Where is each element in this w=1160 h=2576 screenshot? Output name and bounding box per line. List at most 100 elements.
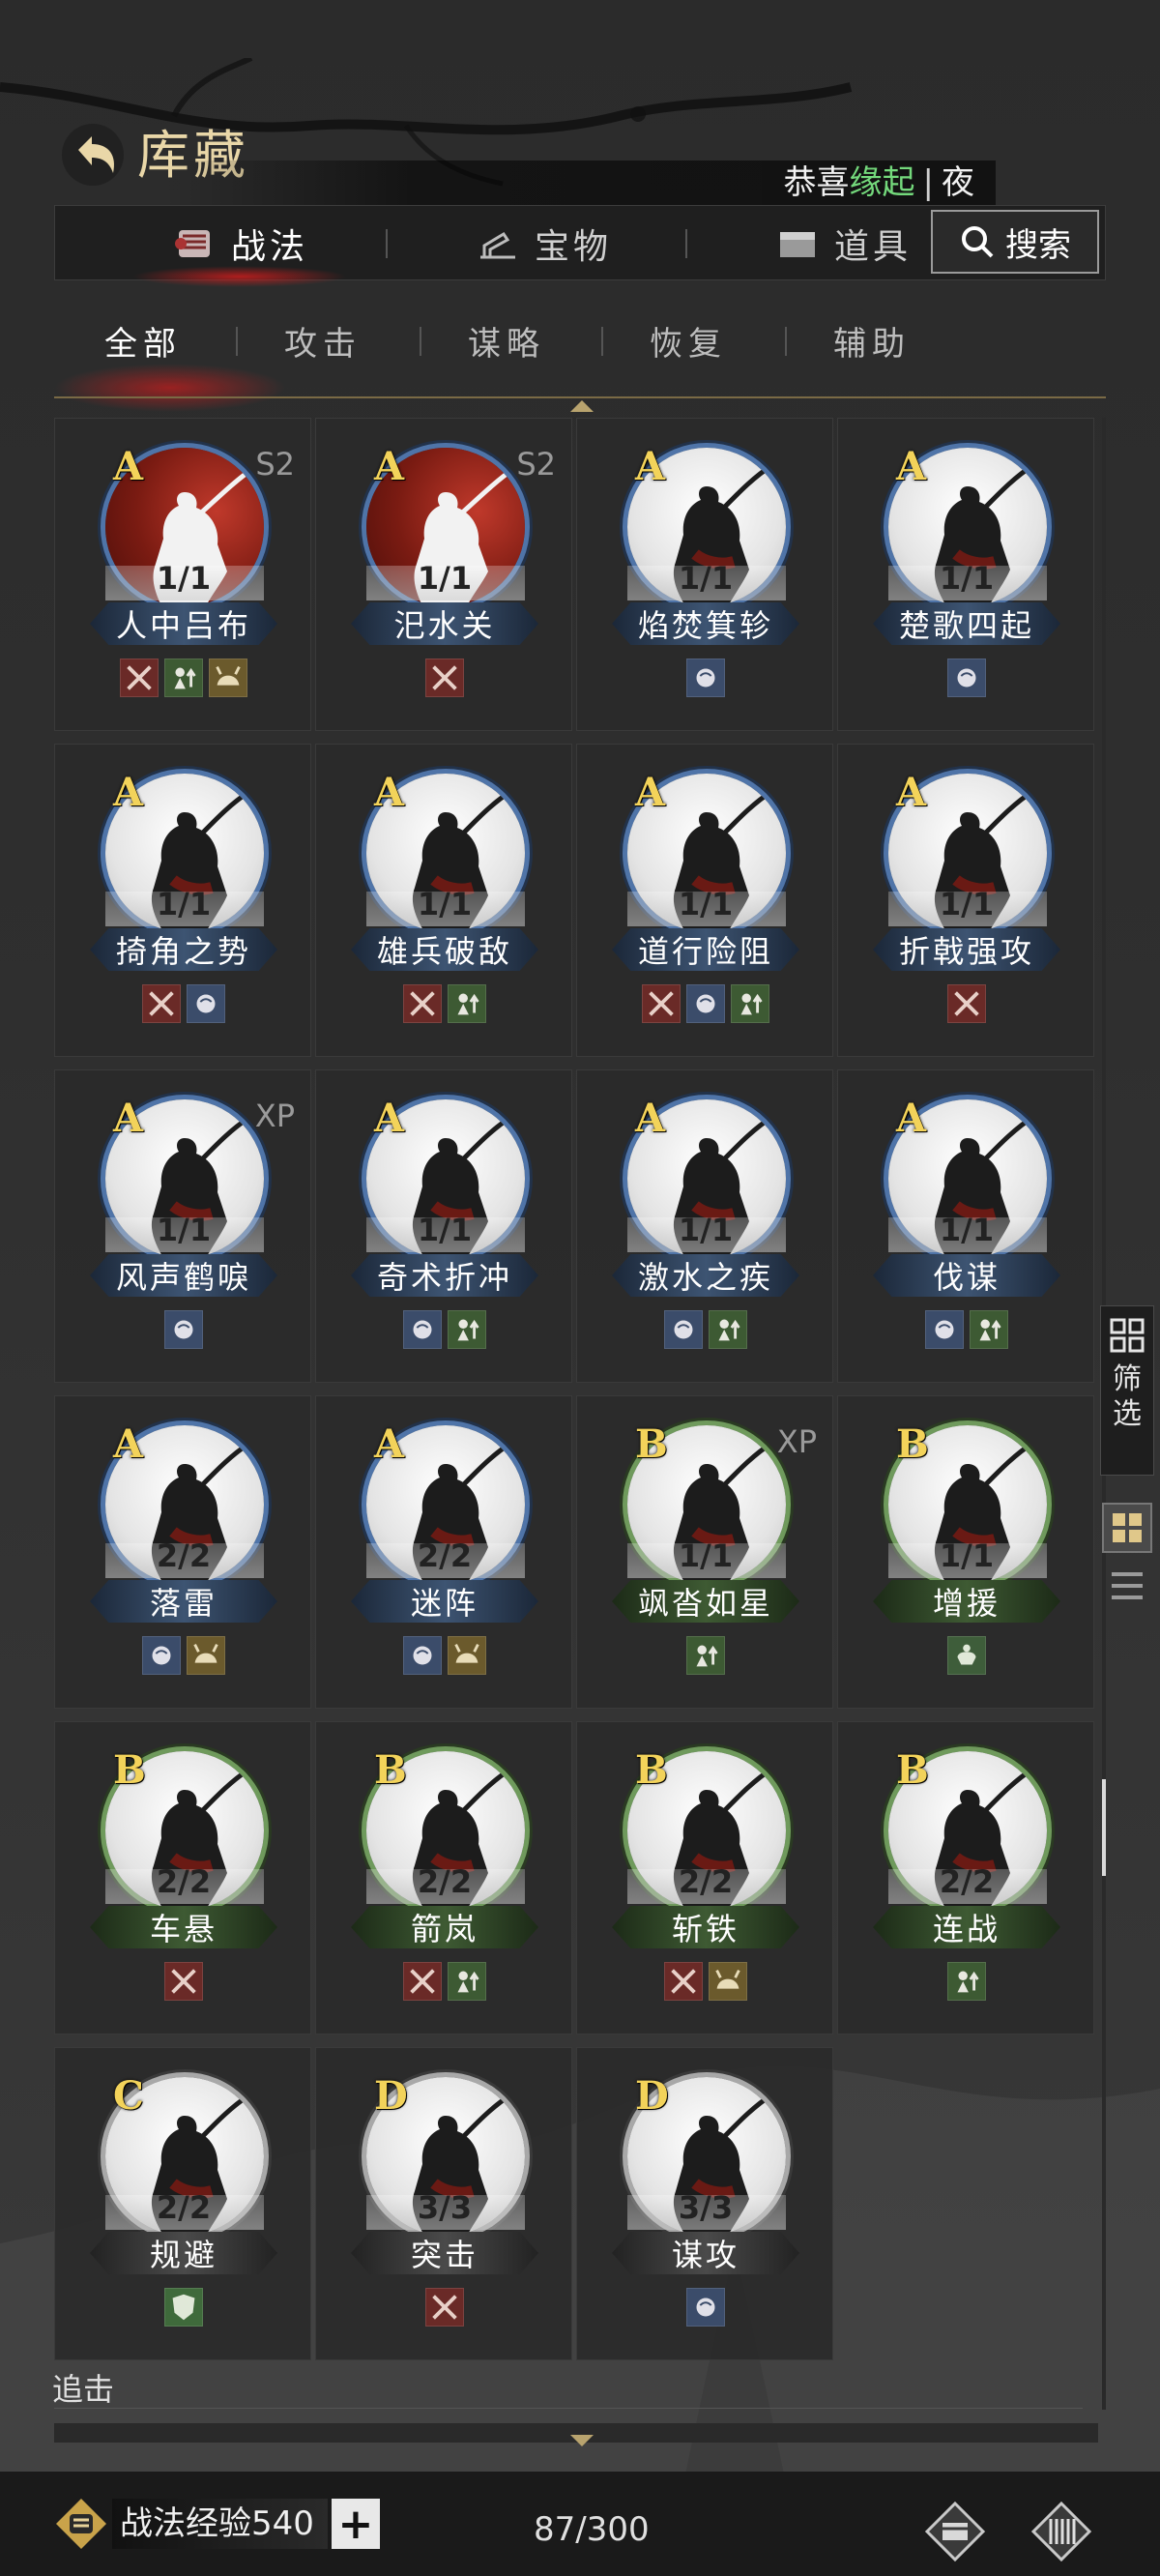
tactic-card[interactable]: 1/1 A 雄兵破敌 [315, 744, 572, 1057]
strategy-icon [696, 668, 715, 688]
tactic-count: 1/1 [156, 1212, 212, 1248]
tactic-card[interactable]: 1/1 A 掎角之势 [54, 744, 311, 1057]
season-tag: XP [776, 1423, 817, 1460]
section-label: 追击 [52, 2371, 115, 2408]
tactic-count: 2/2 [678, 1863, 734, 1900]
add-exp-button[interactable]: + [331, 2499, 380, 2549]
tactic-name: 奇术折冲 [351, 1254, 538, 1297]
tactic-card[interactable]: 2/2 B 箭岚 [315, 1721, 572, 2034]
tactic-card[interactable]: 1/1 A 楚歌四起 [837, 418, 1094, 731]
boost-icon [457, 993, 479, 1015]
subtab-attack[interactable]: 攻击 [284, 317, 362, 365]
attack-badge [403, 1962, 442, 2001]
tactic-card[interactable]: 1/1 A XP 风声鹤唳 [54, 1069, 311, 1383]
tactic-card[interactable]: 1/1 A S2 汜水关 [315, 418, 572, 731]
tactic-card[interactable]: 1/1 A 伐谋 [837, 1069, 1094, 1383]
boost-icon [457, 1319, 479, 1341]
tactic-count: 1/1 [678, 886, 734, 922]
grade-label: A [635, 1096, 666, 1141]
strategy-icon [413, 1646, 432, 1665]
grade-label: B [374, 1747, 407, 1793]
tactic-type-badges [55, 1962, 312, 2001]
tactic-name: 斩铁 [612, 1906, 799, 1948]
tactic-card[interactable]: 1/1 A 奇术折冲 [315, 1069, 572, 1383]
grade-label: A [896, 444, 927, 489]
attack-badge [120, 659, 159, 697]
shield-icon [172, 2294, 195, 2321]
grade-label: B [635, 1747, 668, 1793]
attack-icon [410, 991, 435, 1016]
grid-view-toggle[interactable] [1102, 1503, 1152, 1553]
grade-label: A [374, 1096, 405, 1141]
tactic-type-badges [316, 984, 573, 1023]
tactic-card[interactable]: 3/3 D 谋攻 [576, 2047, 833, 2360]
tactic-card[interactable]: 3/3 D 突击 [315, 2047, 572, 2360]
attack-icon [954, 991, 979, 1016]
grade-label: B [896, 1421, 929, 1467]
tactic-card[interactable]: 1/1 B 增援 [837, 1395, 1094, 1709]
notice-separator: | [922, 163, 934, 202]
tactic-count: 1/1 [678, 1537, 734, 1574]
tactic-type-badges [838, 1310, 1095, 1349]
boost-icon [979, 1319, 1001, 1341]
boost-badge [448, 1310, 486, 1349]
tactic-count: 2/2 [417, 1863, 473, 1900]
scrollbar-thumb[interactable] [1102, 1779, 1106, 1876]
tactic-card[interactable]: 1/1 B XP 飒沓如星 [576, 1395, 833, 1709]
back-button[interactable] [54, 116, 131, 193]
control-icon [216, 665, 241, 686]
archive-button[interactable] [1027, 2497, 1096, 2566]
tactic-card[interactable]: 1/1 A S2 人中吕布 [54, 418, 311, 731]
tactic-count: 1/1 [939, 886, 995, 922]
filter-button[interactable]: 筛 选 [1100, 1305, 1154, 1476]
tactic-name: 风声鹤唳 [90, 1254, 277, 1297]
list-view-icon [1112, 1572, 1143, 1599]
grade-label: B [635, 1421, 668, 1467]
filter-subtabs: 全部 攻击 谋略 恢复 辅助 [54, 307, 1106, 412]
tactic-type-badges [577, 2288, 834, 2327]
tab-treasure-label: 宝物 [535, 227, 613, 267]
control-badge [709, 1962, 747, 2001]
subtab-recovery[interactable]: 恢复 [650, 317, 727, 365]
tactic-card[interactable]: 1/1 A 激水之疾 [576, 1069, 833, 1383]
subtab-strategy[interactable]: 谋略 [468, 317, 545, 365]
control-badge [187, 1636, 225, 1675]
tactic-card[interactable]: 2/2 A 迷阵 [315, 1395, 572, 1709]
tactic-card[interactable]: 2/2 B 车悬 [54, 1721, 311, 2034]
tactic-type-badges [316, 1310, 573, 1349]
tactic-card[interactable]: 2/2 C 规避 [54, 2047, 311, 2360]
notice-prefix: 恭喜 [783, 163, 850, 202]
tactic-name: 汜水关 [351, 602, 538, 645]
tactic-name: 落雷 [90, 1580, 277, 1623]
book-stack-icon [924, 2501, 986, 2562]
heal-badge [947, 1636, 986, 1675]
grade-label: A [113, 444, 144, 489]
attack-badge [642, 984, 681, 1023]
tactic-card[interactable]: 1/1 A 折戟强攻 [837, 744, 1094, 1057]
tactic-count: 3/3 [678, 2189, 734, 2226]
tactic-card[interactable]: 1/1 A 道行险阻 [576, 744, 833, 1057]
tactic-card[interactable]: 2/2 B 连战 [837, 1721, 1094, 2034]
boost-badge [709, 1310, 747, 1349]
tab-items[interactable]: 道具 [774, 206, 912, 281]
tactic-type-badges [838, 1962, 1095, 2001]
tactic-card[interactable]: 2/2 A 落雷 [54, 1395, 311, 1709]
strategy-badge [187, 984, 225, 1023]
tactic-count: 3/3 [417, 2189, 473, 2226]
tactic-type-badges [55, 984, 312, 1023]
category-tabbar: 战法 宝物 道具 搜索 [54, 205, 1106, 287]
tactic-card[interactable]: 2/2 B 斩铁 [576, 1721, 833, 2034]
boost-icon [740, 993, 763, 1015]
tactic-type-badges [55, 1636, 312, 1675]
convert-button[interactable] [920, 2497, 990, 2566]
subtab-all[interactable]: 全部 [104, 317, 182, 365]
tab-treasure[interactable]: 宝物 [475, 206, 612, 281]
list-view-toggle[interactable] [1108, 1566, 1146, 1605]
attack-badge [403, 984, 442, 1023]
boost-badge [686, 1636, 725, 1675]
search-button[interactable]: 搜索 [931, 210, 1099, 274]
attack-icon [649, 991, 674, 1016]
tab-tactics[interactable]: 战法 [131, 206, 348, 287]
subtab-support[interactable]: 辅助 [833, 317, 911, 365]
tactic-card[interactable]: 1/1 A 焰焚箕轸 [576, 418, 833, 731]
